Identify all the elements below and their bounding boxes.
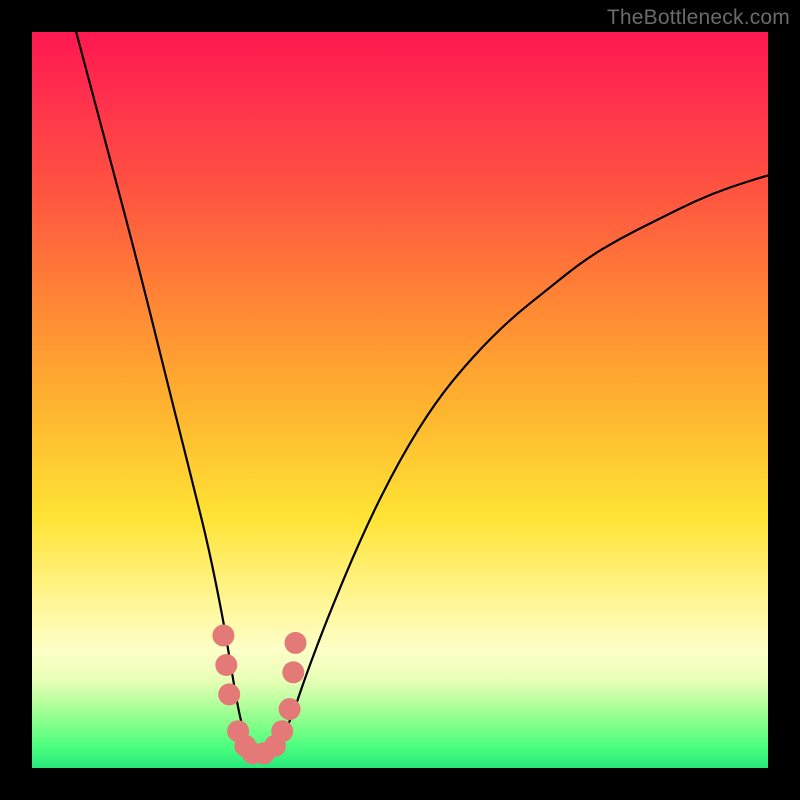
highlight-dot (212, 625, 234, 647)
chart-svg (32, 32, 768, 768)
frame: TheBottleneck.com (0, 0, 800, 800)
highlight-dot (215, 654, 237, 676)
watermark-text: TheBottleneck.com (607, 6, 790, 30)
bottleneck-curve (76, 32, 768, 753)
highlight-dots (212, 625, 306, 765)
highlight-dot (282, 661, 304, 683)
chart-plot-area (32, 32, 768, 768)
highlight-dot (218, 683, 240, 705)
highlight-dot (285, 632, 307, 654)
highlight-dot (271, 720, 293, 742)
highlight-dot (279, 698, 301, 720)
